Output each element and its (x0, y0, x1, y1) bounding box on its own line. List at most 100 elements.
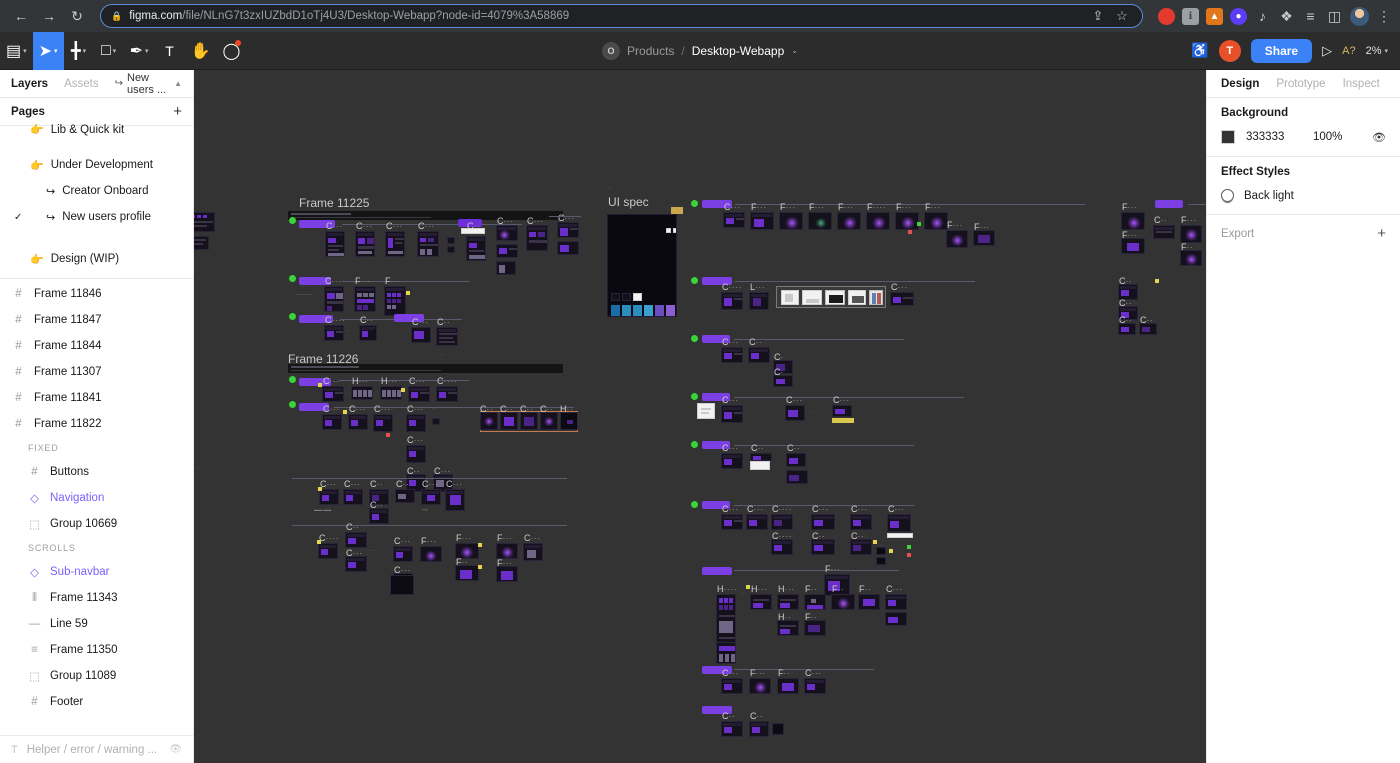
screen-label[interactable]: F··· (947, 220, 963, 230)
canvas-thumbnail[interactable] (351, 386, 373, 400)
notice-label[interactable]: A? (1342, 45, 1355, 57)
canvas-thumbnail[interactable] (480, 412, 498, 430)
flow-start-dot[interactable] (289, 313, 296, 320)
canvas-thumbnail[interactable] (804, 594, 826, 610)
screen-label[interactable]: C·· (346, 522, 359, 532)
screen-label[interactable]: C··· (724, 202, 741, 212)
canvas-thumbnail[interactable] (355, 231, 375, 257)
tab-prototype[interactable]: Prototype (1276, 78, 1325, 90)
screen-label[interactable]: C··· (722, 395, 739, 405)
canvas-marker[interactable] (917, 222, 921, 226)
canvas-thumbnail[interactable] (436, 327, 458, 346)
zoom-control[interactable]: 2% ▾ (1366, 45, 1388, 57)
screen-label[interactable]: H···· (717, 584, 737, 594)
canvas-marker[interactable] (401, 388, 405, 392)
screen-label[interactable]: C··· (394, 536, 411, 546)
screen-label[interactable]: C··· (374, 404, 391, 414)
canvas-thumbnail[interactable] (345, 532, 367, 548)
layer-frame-11307[interactable]: # Frame 11307 (0, 359, 193, 385)
canvas-marker[interactable] (889, 549, 893, 553)
canvas-thumbnail[interactable] (850, 539, 872, 555)
screen-label[interactable]: C··· (833, 395, 850, 405)
tab-assets[interactable]: Assets (64, 78, 99, 90)
canvas-thumbnail[interactable] (831, 594, 855, 610)
canvas-thumbnail[interactable] (496, 566, 518, 582)
layer-group-11089[interactable]: ⬚ Group 11089 (0, 663, 193, 689)
screen-label[interactable]: F··· (751, 202, 767, 212)
flow-start-dot[interactable] (289, 376, 296, 383)
canvas-thumbnail[interactable] (384, 286, 406, 316)
canvas-thumbnail[interactable] (411, 327, 431, 343)
shape-tool-button[interactable]: □ ▾ (94, 32, 124, 70)
layer-frame-11847[interactable]: # Frame 11847 (0, 307, 193, 333)
device-preset-bar[interactable] (776, 286, 886, 308)
canvas-thumbnail[interactable] (560, 412, 578, 430)
tab-design[interactable]: Design (1221, 78, 1259, 90)
canvas-thumbnail[interactable] (194, 212, 215, 232)
brave-wallet-extension-icon[interactable]: ● (1230, 7, 1247, 25)
canvas-thumbnail[interactable] (1153, 225, 1175, 239)
canvas-thumbnail[interactable] (1139, 323, 1157, 335)
canvas-thumbnail[interactable] (858, 594, 880, 610)
share-button[interactable]: Share (1250, 38, 1313, 63)
canvas-marker[interactable] (317, 540, 321, 544)
screen-label[interactable]: C··· (407, 435, 424, 445)
screen-label[interactable]: C···· (319, 533, 339, 543)
flow-start-dot[interactable] (691, 441, 698, 448)
tab-layers[interactable]: Layers (11, 78, 48, 90)
back-arrow-icon[interactable]: ← (8, 3, 34, 29)
canvas-thumbnail[interactable] (721, 721, 743, 737)
canvas-thumbnail[interactable] (445, 489, 465, 511)
screen-label[interactable]: C···· (325, 315, 345, 325)
canvas-thumbnail[interactable] (777, 678, 799, 694)
screen-label[interactable]: F··· (385, 276, 401, 286)
layer-frame-11844[interactable]: # Frame 11844 (0, 333, 193, 359)
canvas-thumbnail[interactable] (496, 261, 516, 275)
layer-navigation[interactable]: ◇ Navigation (0, 485, 193, 511)
pocket-extension-icon[interactable] (1158, 7, 1175, 25)
flow-start-dot[interactable] (691, 200, 698, 207)
kebab-menu-icon[interactable]: ⋮ (1376, 8, 1392, 25)
canvas-thumbnail[interactable] (359, 325, 377, 341)
canvas-thumbnail[interactable] (750, 212, 774, 230)
canvas-thumbnail[interactable] (557, 222, 579, 238)
canvas-marker[interactable] (907, 545, 911, 549)
flow-tag[interactable] (1155, 200, 1183, 208)
canvas-thumbnail[interactable] (777, 594, 799, 610)
layer-frame-11841[interactable]: # Frame 11841 (0, 385, 193, 411)
current-page-chip[interactable]: ↪ New users ... ▲ (115, 72, 182, 96)
screen-label[interactable]: F··· (825, 564, 841, 574)
layer-frame-11822[interactable]: # Frame 11822 (0, 411, 193, 437)
canvas-marker[interactable] (908, 230, 912, 234)
canvas-thumbnail[interactable] (811, 514, 835, 530)
canvas-thumbnail[interactable] (380, 386, 402, 400)
side-panel-icon[interactable]: ◫ (1326, 8, 1343, 25)
canvas-marker[interactable] (873, 540, 877, 544)
text-tool-button[interactable]: T (154, 32, 184, 70)
canvas-thumbnail[interactable] (354, 286, 376, 312)
screen-label[interactable]: C··· (323, 376, 340, 386)
canvas-thumbnail[interactable] (369, 508, 389, 524)
canvas-thumbnail[interactable] (749, 721, 769, 737)
canvas-thumbnail[interactable] (393, 546, 413, 562)
present-play-icon[interactable]: ▷ (1322, 43, 1332, 59)
canvas-thumbnail[interactable] (721, 514, 743, 530)
background-opacity-field[interactable]: 100% (1313, 131, 1353, 143)
canvas-thumbnail[interactable] (520, 412, 538, 430)
canvas-thumbnail[interactable] (500, 412, 518, 430)
canvas-marker[interactable] (1155, 279, 1159, 283)
canvas-thumbnail[interactable] (786, 453, 806, 467)
screen-label[interactable]: F··· (1181, 215, 1197, 225)
canvas-thumbnail[interactable] (417, 231, 439, 257)
layer-helper-text-row[interactable]: T Helper / error / warning ... 👁 (0, 735, 193, 763)
screen-label[interactable]: F··· (925, 202, 941, 212)
page-item-design-wip[interactable]: 👉 Design (WIP) (0, 246, 193, 272)
canvas-thumbnail[interactable] (432, 418, 440, 425)
screen-label[interactable]: C··· (812, 504, 829, 514)
canvas-thumbnail[interactable] (887, 514, 911, 532)
puzzle-extensions-icon[interactable]: ❖ (1278, 8, 1295, 25)
canvas-thumbnail[interactable] (885, 594, 907, 610)
screen-label[interactable]: F··· (1122, 202, 1138, 212)
layer-frame-11350[interactable]: ≡ Frame 11350 (0, 637, 193, 663)
screen-label[interactable]: C··· (344, 479, 361, 489)
